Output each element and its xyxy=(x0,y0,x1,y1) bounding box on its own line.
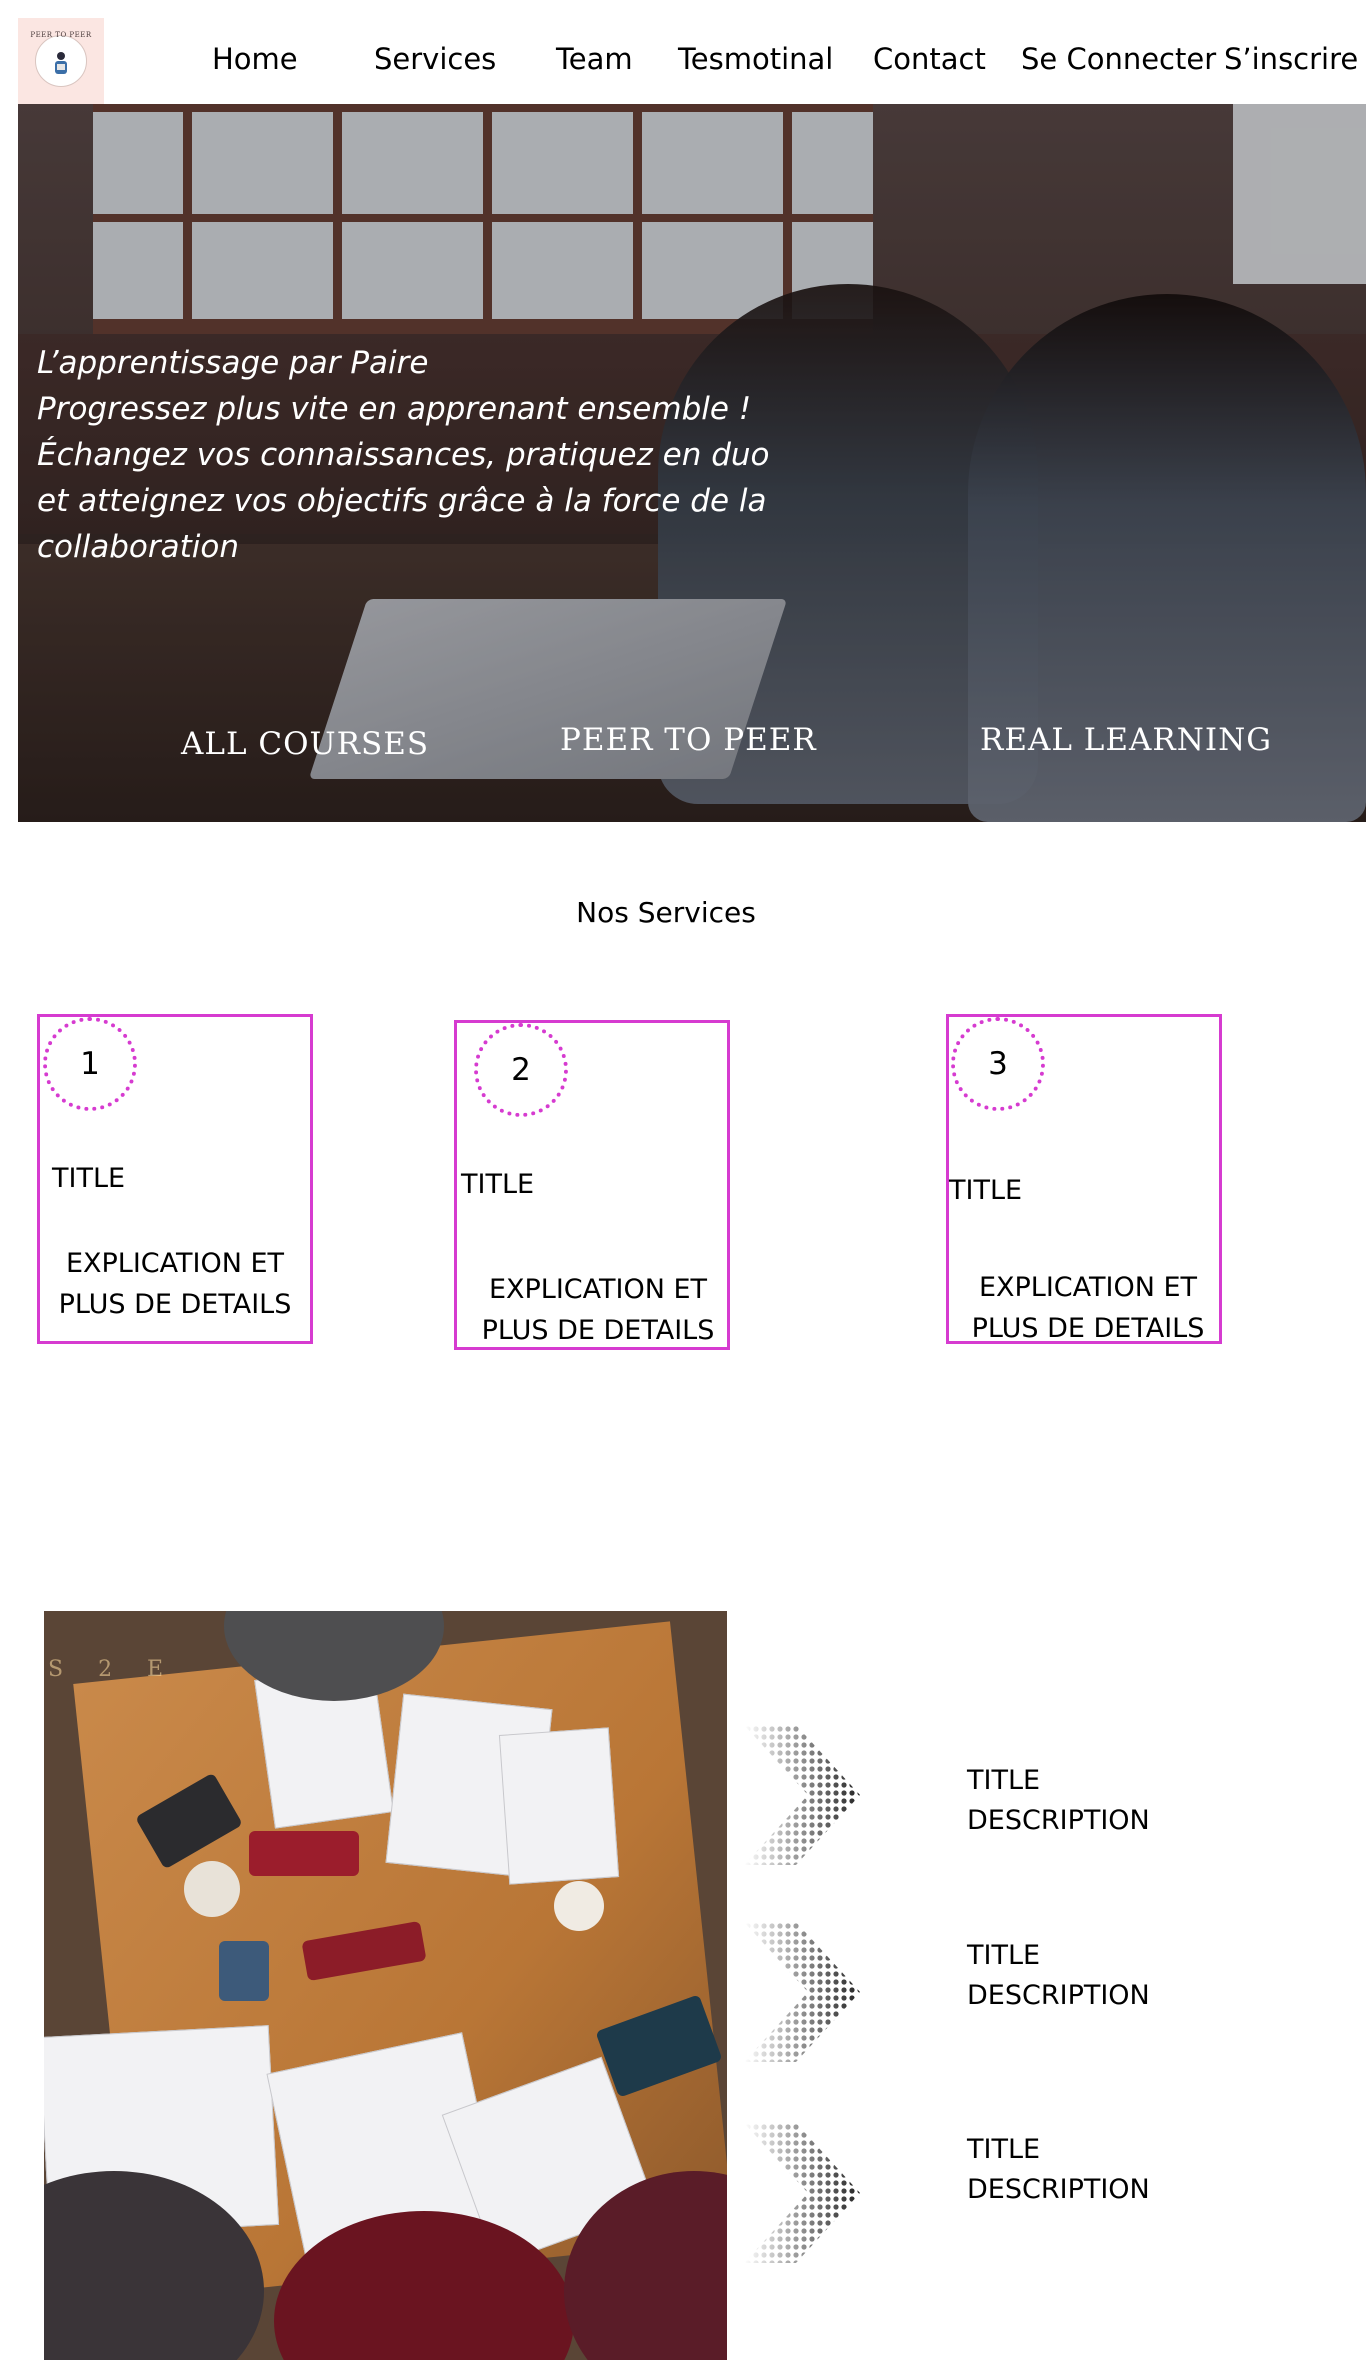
feature-description: DESCRIPTION xyxy=(967,1980,1150,2011)
hero-text-line: et atteignez vos objectifs grâce à la fo… xyxy=(37,483,767,519)
hero-text-line: collaboration xyxy=(37,529,239,565)
feature-title: TITLE xyxy=(967,2134,1041,2165)
feature-title: TITLE xyxy=(967,1940,1041,1971)
hero-text-line: Progressez plus vite en apprenant ensemb… xyxy=(37,391,752,427)
service-description-line: PLUS DE DETAILS xyxy=(971,1313,1205,1344)
service-number-badge: 1 xyxy=(43,1017,137,1111)
nav-link-contact[interactable]: Contact xyxy=(873,42,986,76)
service-number: 3 xyxy=(988,1046,1008,1082)
feature-description: DESCRIPTION xyxy=(967,2174,1150,2205)
photo-speaker xyxy=(219,1941,269,2001)
top-navigation: PEER TO PEER Home Services Team Tesmotin… xyxy=(0,0,1366,104)
nav-link-team[interactable]: Team xyxy=(556,42,633,76)
service-description-line: PLUS DE DETAILS xyxy=(58,1289,292,1320)
service-description-line: EXPLICATION ET xyxy=(488,1274,708,1305)
hero-tagline: L’apprentissage par Paire Progressez plu… xyxy=(37,340,770,570)
photo-cup xyxy=(554,1881,604,1931)
nav-link-home[interactable]: Home xyxy=(212,42,298,76)
service-card-2[interactable]: 2 TITLE EXPLICATION ET PLUS DE DETAILS xyxy=(454,1020,730,1350)
service-card-3[interactable]: 3 TITLE EXPLICATION ET PLUS DE DETAILS xyxy=(946,1014,1222,1344)
nav-link-login[interactable]: Se Connecter xyxy=(1021,42,1216,76)
student-icon xyxy=(55,52,67,74)
service-title: TITLE xyxy=(461,1169,535,1200)
service-card-1[interactable]: 1 TITLE EXPLICATION ET PLUS DE DETAILS xyxy=(37,1014,313,1344)
service-description-line: EXPLICATION ET xyxy=(65,1248,285,1279)
photo-pencil-case xyxy=(249,1831,359,1876)
chevron-right-icon xyxy=(744,1922,860,2062)
feature-description: DESCRIPTION xyxy=(967,1805,1150,1836)
service-title: TITLE xyxy=(949,1175,1023,1206)
nav-link-signup[interactable]: S’inscrire xyxy=(1224,42,1358,76)
hero-heading: L’apprentissage par Paire xyxy=(37,345,429,381)
photo-cup xyxy=(184,1861,240,1917)
peer-to-peer-link[interactable]: PEER TO PEER xyxy=(560,722,817,758)
service-title: TITLE xyxy=(52,1163,126,1194)
service-number: 1 xyxy=(80,1046,100,1082)
service-description-line: PLUS DE DETAILS xyxy=(481,1315,715,1346)
chevron-right-icon xyxy=(744,1725,860,1865)
all-courses-link[interactable]: ALL COURSES xyxy=(181,726,429,762)
services-section-title: Nos Services xyxy=(576,896,756,929)
service-number: 2 xyxy=(511,1052,531,1088)
real-learning-link[interactable]: REAL LEARNING xyxy=(980,722,1272,758)
service-number-badge: 3 xyxy=(951,1017,1045,1111)
photo-paper xyxy=(498,1727,620,1885)
feature-title: TITLE xyxy=(967,1765,1041,1796)
feature-item-1: TITLE DESCRIPTION xyxy=(967,1761,1150,1841)
service-description-line: EXPLICATION ET xyxy=(978,1272,1198,1303)
service-description: EXPLICATION ET PLUS DE DETAILS xyxy=(463,1269,733,1351)
photo-watermark: S 2 E xyxy=(48,1657,178,1682)
nav-link-testimonial[interactable]: Tesmotinal xyxy=(678,42,833,76)
chevron-right-icon xyxy=(744,2123,860,2263)
hero-banner: L’apprentissage par Paire Progressez plu… xyxy=(18,104,1366,822)
service-number-badge: 2 xyxy=(474,1023,568,1117)
service-description: EXPLICATION ET PLUS DE DETAILS xyxy=(40,1243,310,1325)
feature-item-2: TITLE DESCRIPTION xyxy=(967,1936,1150,2016)
logo-wordmark: PEER TO PEER xyxy=(30,31,92,39)
hero-text-line: Échangez vos connaissances, pratiquez en… xyxy=(37,437,770,473)
feature-item-3: TITLE DESCRIPTION xyxy=(967,2130,1150,2210)
students-working-photo: S 2 E xyxy=(44,1611,727,2360)
site-logo[interactable]: PEER TO PEER xyxy=(18,18,104,104)
nav-link-services[interactable]: Services xyxy=(374,42,496,76)
service-description: EXPLICATION ET PLUS DE DETAILS xyxy=(953,1267,1223,1349)
